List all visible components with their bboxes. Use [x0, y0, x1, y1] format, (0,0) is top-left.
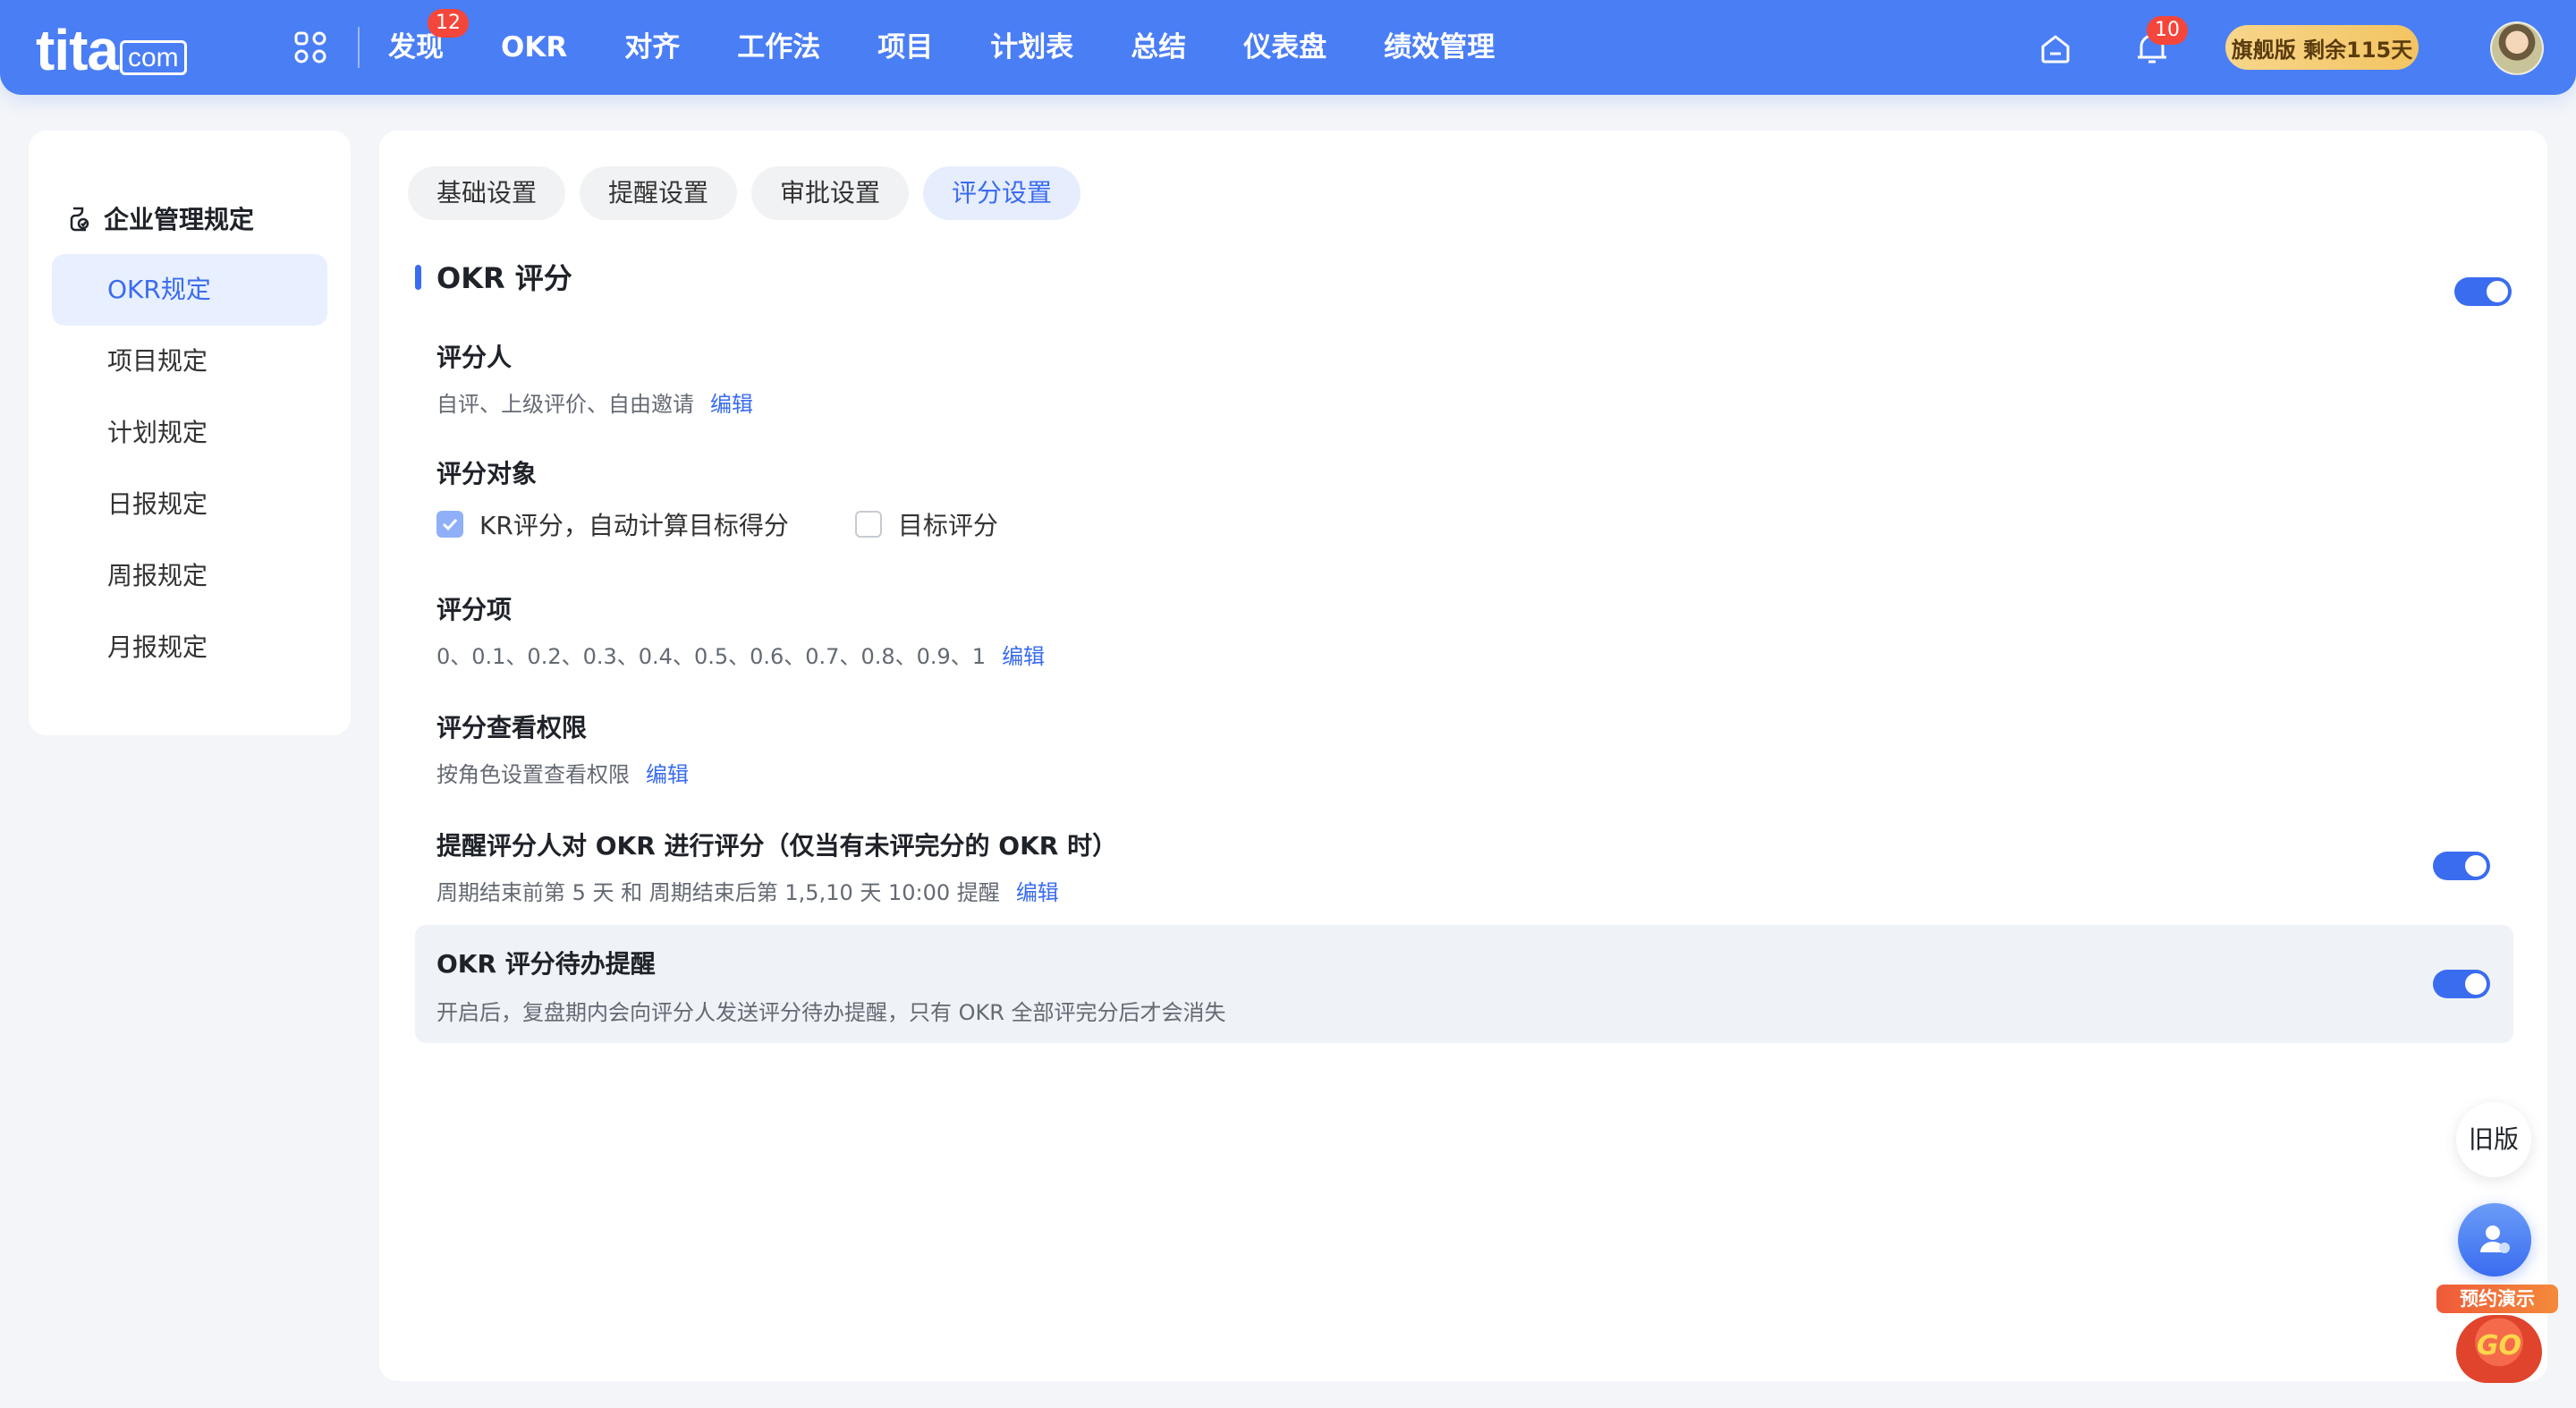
- remind-scorer-edit-link[interactable]: 编辑: [1016, 875, 1059, 906]
- target-options: KR评分，自动计算目标得分 目标评分: [436, 506, 998, 542]
- objective-score-checkbox[interactable]: [854, 511, 882, 538]
- nav-item-label: 仪表盘: [1243, 31, 1327, 64]
- nav-item-label: 绩效管理: [1384, 31, 1496, 64]
- logo-suffix: com: [120, 40, 187, 75]
- contact-support-button[interactable]: [2458, 1203, 2531, 1277]
- nav-item-label: 总结: [1131, 31, 1187, 64]
- sidebar-title-text: 企业管理规定: [104, 205, 255, 234]
- nav-item-dashboard[interactable]: 仪表盘: [1215, 0, 1355, 95]
- view-permission-edit-link[interactable]: 编辑: [646, 757, 689, 788]
- nav-divider: [358, 27, 360, 68]
- nav-item-performance[interactable]: 绩效管理: [1355, 0, 1523, 95]
- nav-item-label: 工作法: [737, 31, 821, 64]
- section-accent-bar: [415, 265, 421, 290]
- sidebar-item-weekly[interactable]: 周报规定: [52, 540, 327, 612]
- view-permission-label: 评分查看权限: [436, 713, 588, 742]
- score-items-value: 0、0.1、0.2、0.3、0.4、0.5、0.6、0.7、0.8、0.9、1: [436, 644, 987, 669]
- target-label: 评分对象: [436, 459, 538, 488]
- tab-approval[interactable]: 审批设置: [751, 166, 910, 220]
- notifications-count-badge: 10: [2147, 16, 2188, 45]
- notifications-button[interactable]: 10: [2132, 16, 2188, 68]
- logo-main: tita: [36, 18, 119, 82]
- user-avatar[interactable]: [2490, 21, 2544, 75]
- sidebar-item-monthly[interactable]: 月报规定: [52, 612, 327, 683]
- remind-scorer-value: 周期结束前第 5 天 和 周期结束后第 1,5,10 天 10:00 提醒: [436, 880, 1000, 905]
- sidebar-item-plan[interactable]: 计划规定: [52, 397, 327, 469]
- section-title: OKR 评分: [436, 261, 572, 295]
- apps-grid-icon[interactable]: [293, 30, 327, 64]
- sidebar-title: 企业管理规定: [66, 200, 254, 236]
- nav-item-methods[interactable]: 工作法: [708, 0, 849, 95]
- nav-item-plans[interactable]: 计划表: [962, 0, 1102, 95]
- top-navigation-bar: tita com 发现 12 OKR 对齐 工作法 项目 计划表 总结 仪表盘 …: [0, 0, 2576, 95]
- nav-item-summary[interactable]: 总结: [1102, 0, 1215, 95]
- sidebar-item-okr[interactable]: OKR规定: [52, 254, 327, 326]
- settings-tabs: 基础设置 提醒设置 审批设置 评分设置: [408, 166, 1081, 220]
- kr-score-checkbox[interactable]: [436, 511, 463, 538]
- remind-scorer-label: 提醒评分人对 OKR 进行评分（仅当有未评完分的 OKR 时）: [436, 831, 1118, 861]
- discover-count-badge: 12: [428, 9, 469, 38]
- score-items-label: 评分项: [436, 595, 513, 624]
- tita-logo[interactable]: tita com: [36, 16, 187, 79]
- nav-item-label: 计划表: [990, 31, 1074, 64]
- view-permission-value: 按角色设置查看权限: [436, 762, 630, 787]
- nav-item-label: OKR: [501, 31, 568, 64]
- settings-panel: 基础设置 提醒设置 审批设置 评分设置 OKR 评分 评分人 自评、上级评价、自…: [379, 131, 2547, 1381]
- todo-reminder-row: OKR 评分待办提醒 开启后，复盘期内会向评分人发送评分待办提醒，只有 OKR …: [415, 925, 2513, 1043]
- nav-item-align[interactable]: 对齐: [596, 0, 708, 95]
- book-demo-button[interactable]: 预约演示 GO: [2435, 1285, 2560, 1395]
- plan-badge[interactable]: 旗舰版 剩余115天: [2225, 25, 2419, 70]
- nav-item-label: 项目: [877, 31, 934, 64]
- book-demo-label: 预约演示: [2436, 1285, 2558, 1313]
- scorer-label: 评分人: [436, 343, 513, 372]
- tab-basic[interactable]: 基础设置: [408, 166, 566, 220]
- checkmark-icon: [442, 518, 458, 531]
- okr-scoring-toggle[interactable]: [2454, 277, 2512, 306]
- remind-scorer-toggle[interactable]: [2433, 852, 2490, 880]
- scorer-edit-link[interactable]: 编辑: [710, 386, 753, 418]
- main-nav: 发现 12 OKR 对齐 工作法 项目 计划表 总结 仪表盘 绩效管理: [388, 0, 1523, 95]
- sidebar-item-project[interactable]: 项目规定: [52, 326, 327, 397]
- score-items-row: 0、0.1、0.2、0.3、0.4、0.5、0.6、0.7、0.8、0.9、1 …: [436, 639, 1045, 670]
- nav-item-okr[interactable]: OKR: [472, 0, 596, 95]
- todo-reminder-label: OKR 评分待办提醒: [436, 949, 656, 979]
- todo-reminder-description: 开启后，复盘期内会向评分人发送评分待办提醒，只有 OKR 全部评完分后才会消失: [436, 1000, 1226, 1025]
- objective-score-option-label: 目标评分: [897, 511, 998, 540]
- nav-item-label: 对齐: [624, 31, 681, 64]
- tab-scoring[interactable]: 评分设置: [923, 166, 1081, 220]
- demo-go-text: GO: [2456, 1315, 2542, 1383]
- scorer-row: 自评、上级评价、自由邀请 编辑: [436, 386, 753, 418]
- nav-item-discover[interactable]: 发现 12: [388, 0, 472, 95]
- policy-icon: [70, 207, 89, 232]
- nav-item-projects[interactable]: 项目: [849, 0, 962, 95]
- old-version-button[interactable]: 旧版: [2456, 1102, 2531, 1177]
- user-support-icon: [2480, 1226, 2510, 1253]
- todo-reminder-toggle[interactable]: [2433, 970, 2490, 998]
- tab-reminder[interactable]: 提醒设置: [580, 166, 738, 220]
- scorer-value: 自评、上级评价、自由邀请: [436, 392, 694, 417]
- sidebar-item-daily[interactable]: 日报规定: [52, 469, 327, 540]
- score-items-edit-link[interactable]: 编辑: [1002, 639, 1045, 670]
- remind-scorer-row: 周期结束前第 5 天 和 周期结束后第 1,5,10 天 10:00 提醒 编辑: [436, 875, 1059, 906]
- kr-score-option-label: KR评分，自动计算目标得分: [479, 511, 789, 540]
- settings-sidebar: 企业管理规定 OKR规定 项目规定 计划规定 日报规定 周报规定 月报规定: [29, 131, 351, 735]
- home-icon[interactable]: [2038, 30, 2073, 66]
- view-permission-row: 按角色设置查看权限 编辑: [436, 757, 689, 788]
